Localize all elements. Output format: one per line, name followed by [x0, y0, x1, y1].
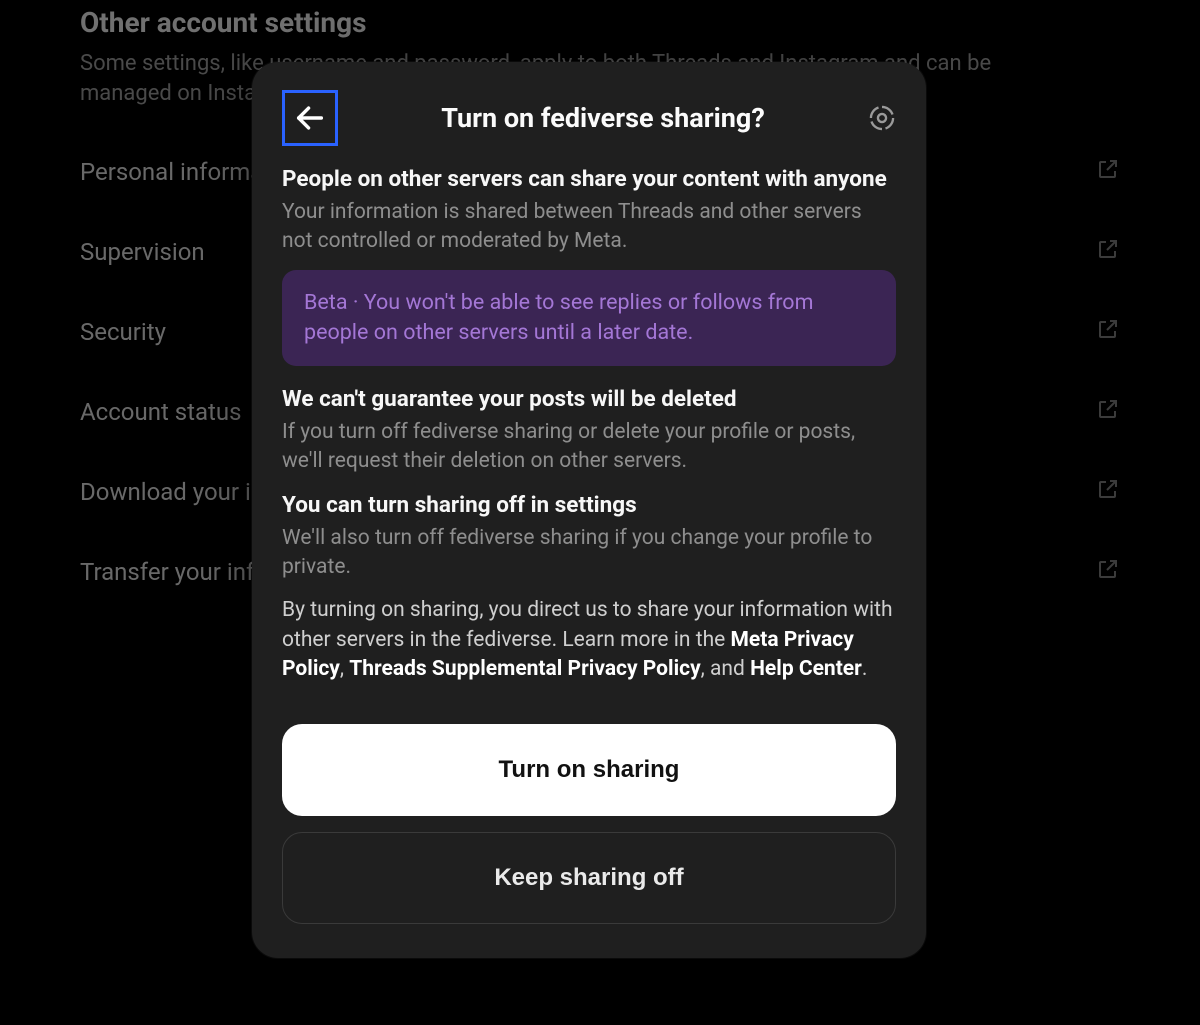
threads-supplemental-privacy-policy-link[interactable]: Threads Supplemental Privacy Policy [349, 657, 700, 681]
keep-sharing-off-button[interactable]: Keep sharing off [282, 832, 896, 924]
settings-row-label: Account status [80, 398, 242, 426]
modal-header: Turn on fediverse sharing? [282, 90, 896, 146]
section-2-heading: We can't guarantee your posts will be de… [282, 384, 896, 414]
modal-section-3: You can turn sharing off in settings We'… [282, 490, 896, 582]
settings-section-title: Other account settings [80, 6, 1120, 39]
beta-notice: Beta · You won't be able to see replies … [282, 270, 896, 365]
settings-row-label: Supervision [80, 238, 205, 266]
section-1-heading: People on other servers can share your c… [282, 164, 896, 194]
legal-text: . [862, 657, 868, 681]
help-center-link[interactable]: Help Center [750, 657, 862, 681]
back-button[interactable] [282, 90, 338, 146]
section-3-heading: You can turn sharing off in settings [282, 490, 896, 520]
section-3-body: We'll also turn off fediverse sharing if… [282, 524, 896, 582]
external-link-icon [1096, 237, 1120, 267]
modal-section-2: We can't guarantee your posts will be de… [282, 384, 896, 476]
modal-title: Turn on fediverse sharing? [338, 102, 868, 134]
section-2-body: If you turn off fediverse sharing or del… [282, 418, 896, 476]
modal-section-1: People on other servers can share your c… [282, 164, 896, 256]
beta-notice-text: Beta · You won't be able to see replies … [304, 288, 874, 347]
external-link-icon [1096, 157, 1120, 187]
external-link-icon [1096, 557, 1120, 587]
external-link-icon [1096, 317, 1120, 347]
modal-button-row: Turn on sharing Keep sharing off [282, 724, 896, 924]
legal-text: , [340, 657, 349, 681]
legal-paragraph: By turning on sharing, you direct us to … [282, 596, 896, 684]
fediverse-icon [868, 104, 896, 132]
settings-row-label: Security [80, 318, 166, 346]
legal-text: , and [701, 657, 750, 681]
section-1-body: Your information is shared between Threa… [282, 198, 896, 256]
external-link-icon [1096, 477, 1120, 507]
fediverse-sharing-modal: Turn on fediverse sharing? People on oth… [252, 62, 926, 958]
turn-on-sharing-button[interactable]: Turn on sharing [282, 724, 896, 816]
external-link-icon [1096, 397, 1120, 427]
